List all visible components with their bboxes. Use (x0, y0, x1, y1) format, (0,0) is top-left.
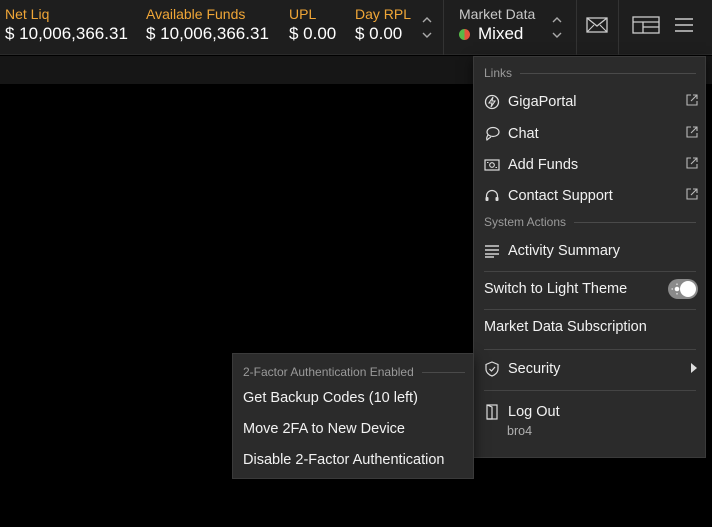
menu-item-label: Log Out (508, 404, 560, 420)
menu-item-log-out[interactable]: Log Out (484, 402, 698, 422)
chat-icon (484, 126, 500, 142)
section-label: Links (484, 66, 513, 80)
divider (484, 349, 696, 350)
market-data-status[interactable]: Market Data Mixed (459, 6, 535, 44)
giga-portal-icon (484, 94, 500, 110)
divider (484, 309, 696, 310)
username-label: bro4 (507, 424, 533, 438)
section-label: System Actions (484, 215, 567, 229)
menu-item-label: Contact Support (508, 188, 613, 204)
external-link-icon (686, 157, 698, 173)
metric-label: UPL (289, 6, 317, 22)
move-2fa-item[interactable]: Move 2FA to New Device (243, 421, 405, 437)
main-menu: Links GigaPortal Chat Add Funds Contact … (473, 56, 706, 458)
market-data-value: Mixed (478, 24, 524, 43)
divider (618, 0, 619, 55)
2fa-section-header: 2-Factor Authentication Enabled (243, 365, 465, 379)
metrics-scroll-chevrons-icon[interactable] (420, 14, 434, 42)
external-link-icon (686, 188, 698, 204)
system-actions-section-header: System Actions (484, 215, 696, 229)
menu-item-label: GigaPortal (508, 94, 577, 110)
upl-metric: UPL $ 0.00 (289, 6, 336, 44)
menu-item-label: Chat (508, 126, 539, 142)
add-funds-icon (484, 157, 500, 173)
menu-item-theme-toggle[interactable]: Switch to Light Theme (484, 278, 698, 300)
menu-item-label: Switch to Light Theme (484, 281, 628, 297)
net-liq-metric: Net Liq $ 10,006,366.31 (5, 6, 128, 44)
get-backup-codes-item[interactable]: Get Backup Codes (10 left) (243, 390, 418, 406)
menu-item-security[interactable]: Security (484, 359, 698, 379)
headset-icon (484, 188, 500, 204)
day-rpl-metric: Day RPL $ 0.00 (355, 6, 411, 44)
menu-item-market-data-subscription[interactable]: Market Data Subscription (484, 317, 698, 337)
menu-item-contact-support[interactable]: Contact Support (484, 186, 698, 206)
metric-label: Day RPL (355, 6, 412, 22)
menu-item-add-funds[interactable]: Add Funds (484, 155, 698, 175)
menu-item-label: Activity Summary (508, 243, 620, 259)
market-data-status-icon (459, 28, 470, 40)
external-link-icon (686, 126, 698, 142)
metric-value: $ 10,006,366.31 (146, 24, 269, 43)
metric-label: Available Funds (146, 6, 246, 22)
mail-icon[interactable] (584, 14, 610, 36)
market-data-chevrons-icon[interactable] (550, 14, 564, 42)
divider (484, 390, 696, 391)
menu-item-activity-summary[interactable]: Activity Summary (484, 241, 698, 261)
market-data-label: Market Data (459, 6, 536, 22)
toggle-knob (680, 281, 696, 297)
top-bar: Net Liq $ 10,006,366.31 Available Funds … (0, 0, 712, 55)
menu-item-label: Add Funds (508, 157, 579, 173)
disable-2fa-item[interactable]: Disable 2-Factor Authentication (243, 452, 445, 468)
menu-item-label: Security (508, 361, 561, 377)
divider (443, 0, 444, 55)
theme-toggle-switch[interactable] (668, 279, 698, 299)
metric-value: $ 0.00 (355, 24, 403, 43)
shield-icon (484, 361, 500, 377)
list-icon (484, 243, 500, 259)
divider (484, 271, 696, 272)
submenu-arrow-icon (690, 361, 698, 377)
security-submenu: 2-Factor Authentication Enabled Get Back… (232, 353, 474, 479)
metric-value: $ 0.00 (289, 24, 337, 43)
available-funds-metric: Available Funds $ 10,006,366.31 (146, 6, 269, 44)
menu-item-label: Market Data Subscription (484, 319, 647, 335)
metric-value: $ 10,006,366.31 (5, 24, 128, 43)
menu-item-gigaportal[interactable]: GigaPortal (484, 92, 698, 112)
section-label: 2-Factor Authentication Enabled (243, 365, 414, 379)
links-section-header: Links (484, 66, 696, 80)
divider (576, 0, 577, 55)
metric-label: Net Liq (5, 6, 50, 22)
logout-door-icon (484, 404, 500, 420)
external-link-icon (686, 94, 698, 110)
layout-icon[interactable] (631, 14, 661, 36)
menu-item-chat[interactable]: Chat (484, 124, 698, 144)
hamburger-menu-icon[interactable] (673, 14, 695, 36)
